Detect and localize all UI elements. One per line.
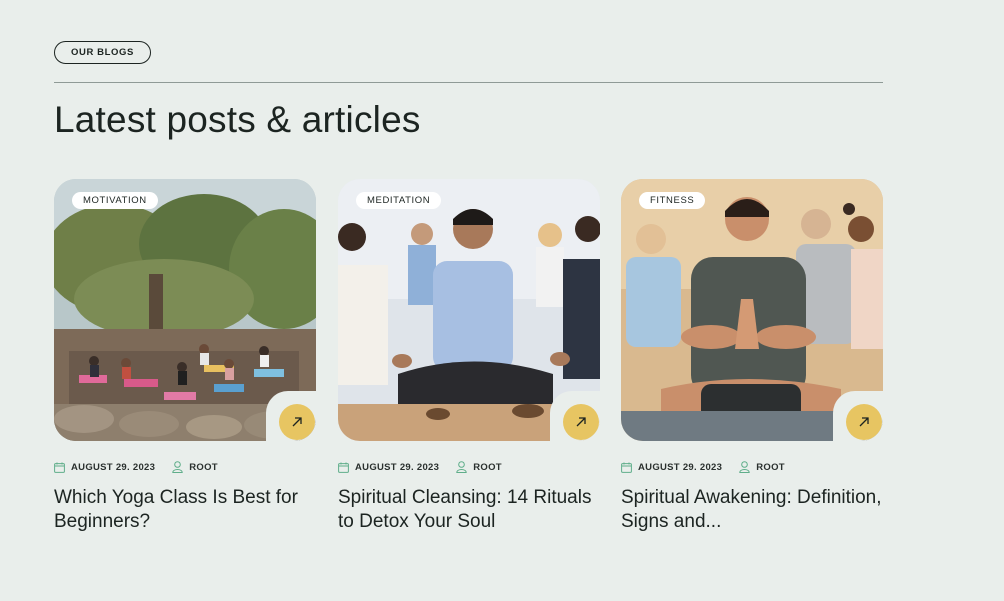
blog-card: FITNESS AUGUST 29. 2023 ROOT Spiritual A… <box>621 179 883 534</box>
post-date: AUGUST 29. 2023 <box>355 461 440 473</box>
post-meta: AUGUST 29. 2023 ROOT <box>621 460 883 474</box>
arrow-up-right-icon <box>859 417 869 427</box>
read-more-button[interactable] <box>279 404 315 440</box>
post-image-container: MOTIVATION <box>54 179 316 441</box>
user-icon <box>739 461 750 473</box>
category-tag[interactable]: MEDITATION <box>356 192 442 209</box>
section-heading: Latest posts & articles <box>54 99 421 140</box>
read-more-button[interactable] <box>846 404 882 440</box>
post-image-container: MEDITATION <box>338 179 600 441</box>
arrow-up-right-icon <box>576 417 586 427</box>
post-title[interactable]: Spiritual Awakening: Definition, Signs a… <box>621 486 883 534</box>
post-meta: AUGUST 29. 2023 ROOT <box>54 460 316 474</box>
blog-card: MEDITATION AUGUST 29. 2023 ROOT Spiritua… <box>338 179 600 534</box>
section-label-pill: OUR BLOGS <box>54 41 151 64</box>
post-date: AUGUST 29. 2023 <box>638 461 723 473</box>
post-title[interactable]: Which Yoga Class Is Best for Beginners? <box>54 486 316 534</box>
user-icon <box>456 461 467 473</box>
arrow-up-right-icon <box>292 417 302 427</box>
category-tag[interactable]: MOTIVATION <box>72 192 158 209</box>
post-image-container: FITNESS <box>621 179 883 441</box>
user-icon <box>172 461 183 473</box>
post-author[interactable]: ROOT <box>189 462 218 473</box>
post-meta: AUGUST 29. 2023 ROOT <box>338 460 600 474</box>
post-author[interactable]: ROOT <box>473 462 502 473</box>
blog-card: MOTIVATION AUGUST 29. 2023 ROOT Which Yo… <box>54 179 316 534</box>
calendar-icon <box>54 462 65 473</box>
post-title[interactable]: Spiritual Cleansing: 14 Rituals to Detox… <box>338 486 600 534</box>
divider <box>54 82 883 83</box>
post-author[interactable]: ROOT <box>756 462 785 473</box>
calendar-icon <box>621 462 632 473</box>
calendar-icon <box>338 462 349 473</box>
category-tag[interactable]: FITNESS <box>639 192 706 209</box>
post-date: AUGUST 29. 2023 <box>71 461 156 473</box>
read-more-button[interactable] <box>563 404 599 440</box>
